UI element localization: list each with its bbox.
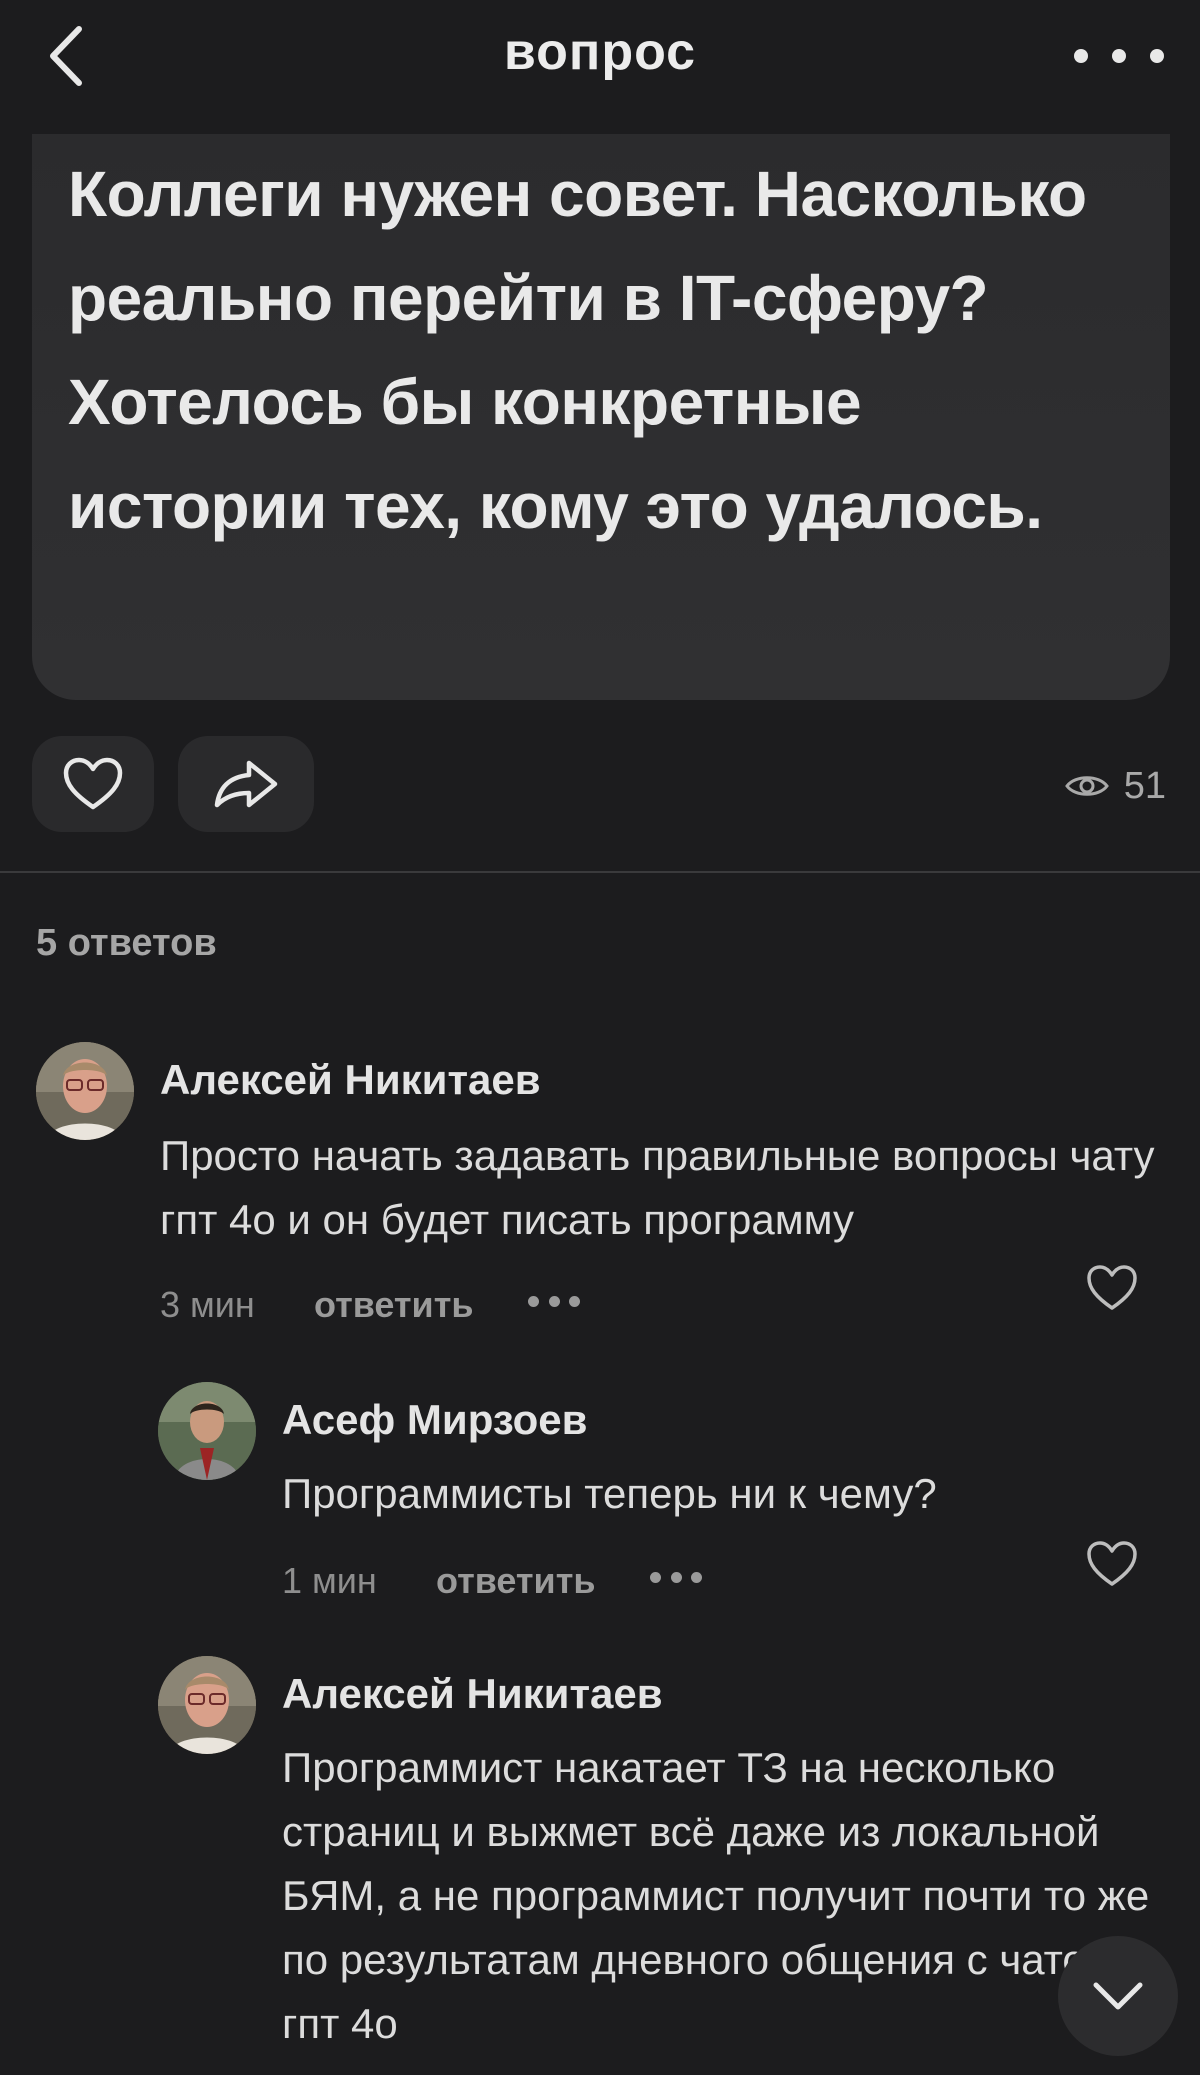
divider	[0, 871, 1200, 873]
heart-icon[interactable]	[1086, 1264, 1138, 1312]
answers-count: 5 ответов	[36, 922, 217, 964]
like-button[interactable]	[32, 736, 154, 832]
scroll-down-button[interactable]	[1058, 1936, 1178, 2056]
more-options-button[interactable]	[1074, 36, 1164, 76]
avatar[interactable]	[36, 1042, 134, 1140]
comment-text: Просто начать задавать правильные вопрос…	[160, 1132, 1155, 1243]
comment-author[interactable]: Алексей Никитаев	[282, 1670, 663, 1718]
share-button[interactable]	[178, 736, 314, 832]
views-counter: 51	[1064, 764, 1166, 808]
comment-time: 1 мин	[282, 1560, 377, 1601]
views-count: 51	[1123, 764, 1166, 807]
page-title: вопрос	[503, 23, 697, 81]
eye-icon	[1064, 776, 1109, 796]
comment-time: 3 мин	[160, 1284, 255, 1325]
heart-icon[interactable]	[1086, 1540, 1138, 1588]
share-icon	[214, 760, 278, 808]
comment-more-button[interactable]	[650, 1572, 702, 1586]
heart-icon	[63, 757, 123, 810]
reply-button[interactable]: ответить	[314, 1284, 473, 1326]
chevron-down-icon	[1093, 1982, 1143, 2010]
comment-text: Программисты теперь ни к чему?	[282, 1470, 937, 1517]
avatar[interactable]	[158, 1382, 256, 1480]
reply-button[interactable]: ответить	[436, 1560, 595, 1602]
comment-text: Программист накатает ТЗ на несколько стр…	[282, 1744, 1150, 2047]
more-horizontal-icon	[1074, 49, 1088, 63]
question-text: Коллеги нужен совет. Насколько реально п…	[68, 158, 1087, 542]
question-card: Коллеги нужен совет. Насколько реально п…	[32, 134, 1170, 700]
avatar[interactable]	[158, 1656, 256, 1754]
more-horizontal-icon	[650, 1572, 661, 1583]
more-horizontal-icon	[528, 1296, 539, 1307]
comment-more-button[interactable]	[528, 1296, 580, 1310]
comment-author[interactable]: Алексей Никитаев	[160, 1056, 541, 1104]
top-bar: вопрос	[0, 0, 1200, 112]
comment-author[interactable]: Асеф Мирзоев	[282, 1396, 587, 1444]
